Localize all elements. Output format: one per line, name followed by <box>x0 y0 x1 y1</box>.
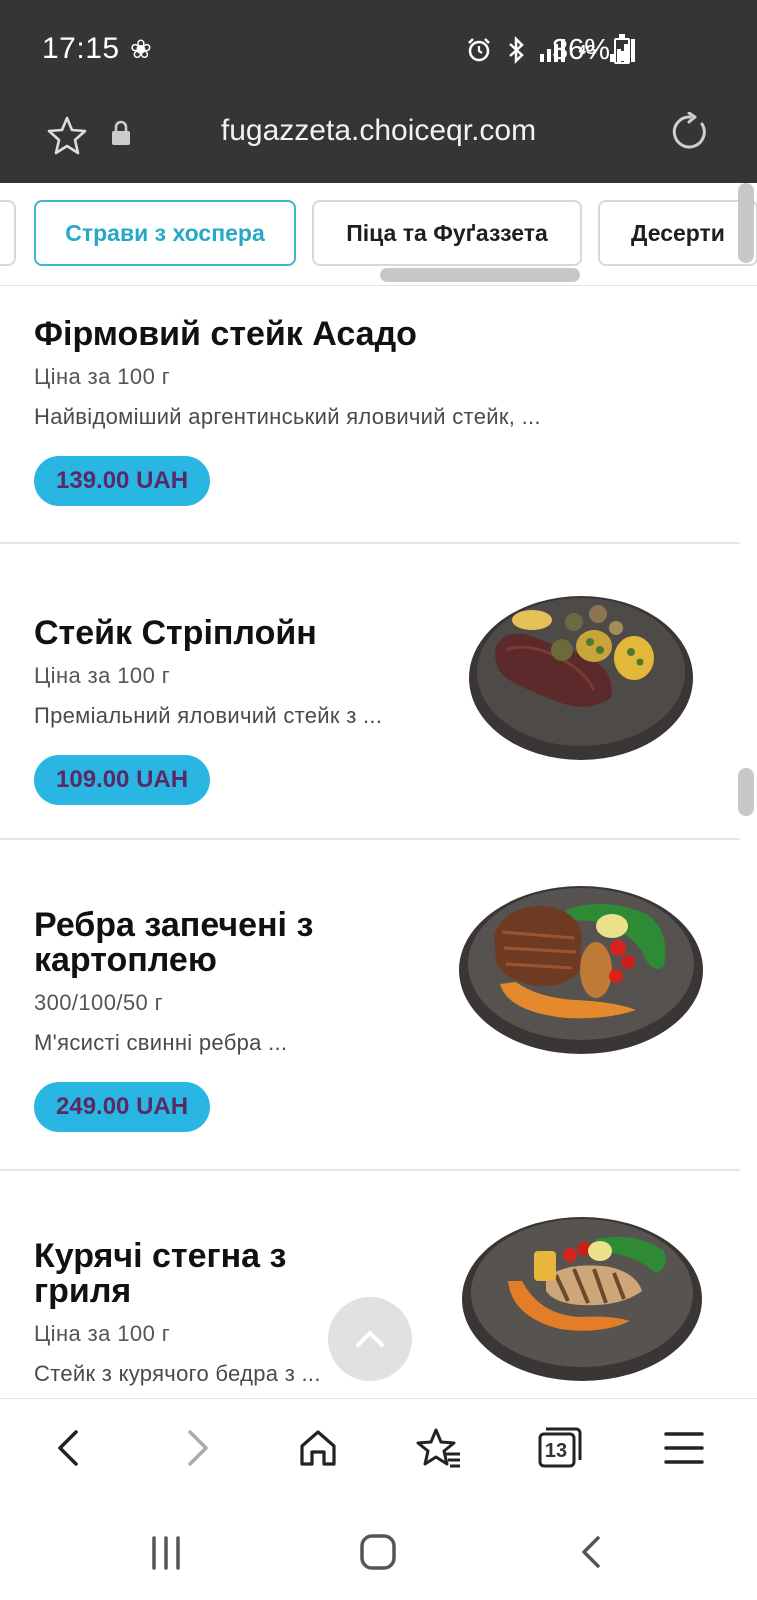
fan-icon: ❀ <box>130 34 152 64</box>
home-nav-icon[interactable] <box>356 1530 400 1574</box>
item-description: М'ясисті свинні ребра ... <box>34 1030 288 1055</box>
item-description: Преміальний яловичий стейк з ... <box>34 703 383 728</box>
browser-toolbar: 13 <box>0 1398 757 1500</box>
battery-percent: 36% <box>552 34 611 66</box>
bluetooth-icon <box>508 36 524 64</box>
browser-window: 17:15 ❀ 4G 36% fugazzeta.choiceqr.com Ст… <box>0 0 757 1600</box>
steak-plate-image[interactable] <box>466 586 696 762</box>
tabs-button[interactable]: 13 <box>536 1424 584 1472</box>
page-scrollbar-top[interactable] <box>738 183 754 263</box>
back-to-top-button[interactable] <box>328 1297 412 1381</box>
ribs-plate-image[interactable] <box>456 878 706 1056</box>
item-weight: 300/100/50 г <box>34 990 164 1015</box>
recent-apps-icon[interactable] <box>144 1530 188 1574</box>
item-weight: Ціна за 100 г <box>34 663 171 688</box>
page-scrollbar-thumb[interactable] <box>738 768 754 816</box>
bookmark-star-icon[interactable] <box>46 114 88 156</box>
menu-item[interactable]: Ребра запечені з картоплею 300/100/50 г … <box>0 840 740 1171</box>
price-badge[interactable]: 139.00 UAH <box>34 456 211 506</box>
menu-item[interactable]: Стейк Стріплойн Ціна за 100 г Преміальни… <box>0 544 740 840</box>
chicken-plate-image[interactable] <box>460 1211 704 1381</box>
tab-previous[interactable] <box>0 200 16 266</box>
chevron-up-icon <box>356 1331 384 1347</box>
lock-icon <box>112 120 130 145</box>
item-description: Стейк з курячого бедра з ... <box>34 1361 321 1386</box>
alarm-icon <box>467 38 490 62</box>
item-weight: Ціна за 100 г <box>34 364 171 389</box>
reload-icon[interactable] <box>670 112 710 152</box>
item-description: Найвідоміший аргентинський яловичий стей… <box>34 404 541 429</box>
forward-icon[interactable] <box>172 1424 220 1472</box>
tab-pizza-fugazzeta[interactable]: Піца та Фуґаззета <box>312 200 582 266</box>
back-icon[interactable] <box>46 1424 94 1472</box>
home-icon[interactable] <box>294 1424 342 1472</box>
tab-count: 13 <box>544 1440 568 1462</box>
tab-hosper-dishes[interactable]: Страви з хоспера <box>34 200 296 266</box>
url-bar: fugazzeta.choiceqr.com <box>0 96 757 183</box>
item-name: Фірмовий стейк Асадо <box>34 315 417 353</box>
status-bar: 17:15 ❀ 4G 36% <box>0 0 757 96</box>
menu-item[interactable]: Фірмовий стейк Асадо Ціна за 100 г Найві… <box>0 287 740 544</box>
battery-icon <box>614 34 630 64</box>
menu-list: Фірмовий стейк Асадо Ціна за 100 г Найві… <box>0 287 740 1397</box>
item-name: Курячі стегна з гриля <box>34 1237 287 1310</box>
price-badge[interactable]: 109.00 UAH <box>34 755 211 805</box>
price-badge[interactable]: 249.00 UAH <box>34 1082 211 1132</box>
bookmarks-icon[interactable] <box>416 1424 464 1472</box>
back-nav-icon[interactable] <box>570 1530 614 1574</box>
system-nav-bar <box>0 1500 757 1600</box>
item-name: Ребра запечені з картоплею <box>34 906 314 979</box>
item-name: Стейк Стріплойн <box>34 614 317 652</box>
status-time: 17:15 <box>42 32 120 65</box>
menu-icon[interactable] <box>660 1424 708 1472</box>
tab-desserts[interactable]: Десерти <box>598 200 757 266</box>
tabs-scrollbar[interactable] <box>380 268 580 282</box>
item-weight: Ціна за 100 г <box>34 1321 171 1346</box>
category-tabs: Страви з хоспера Піца та Фуґаззета Десер… <box>0 183 757 286</box>
